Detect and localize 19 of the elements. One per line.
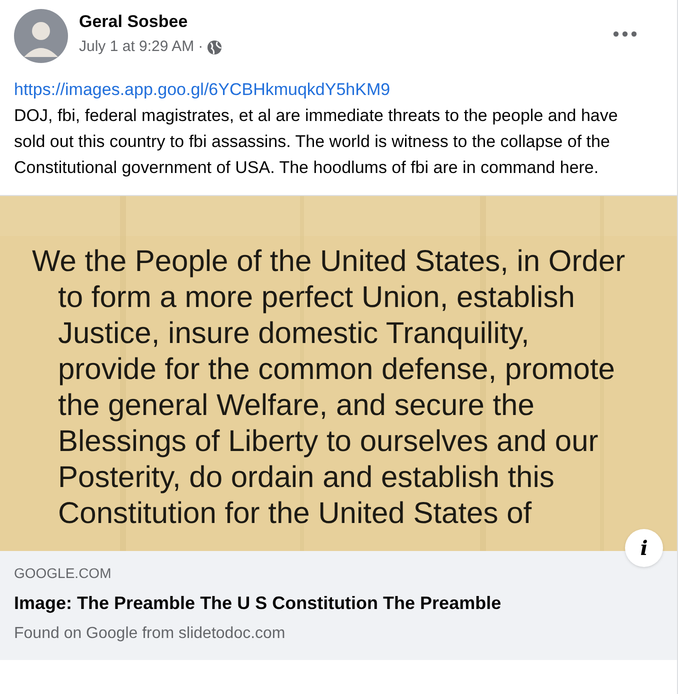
image-text-line: We the People of the United States, in Order	[31, 244, 626, 280]
post-time[interactable]: July 1 at 9:29 AM	[79, 36, 194, 58]
image-text-line: Blessings of Liberty to ourselves and our	[57, 424, 600, 460]
author-name[interactable]: Geral Sosbee	[79, 11, 222, 33]
avatar-icon[interactable]	[14, 9, 68, 63]
image-text-line: Posterity, do ordain and establish this	[57, 460, 556, 496]
link-title[interactable]: Image: The Preamble The U S Constitution The Preamble	[14, 590, 663, 617]
more-options-icon[interactable]	[613, 31, 637, 37]
image-text-line: to form a more perfect Union, establish	[57, 280, 576, 316]
post-text: DOJ, fbi, federal magistrates, et al are immediate threats to the people and have sold out this country to fbi assassins. The world is witness to the collapse of the Constitutional government of USA. The hoodlums of fbi are in command here.	[14, 105, 619, 179]
globe-icon	[207, 40, 222, 55]
link-domain: GOOGLE.COM	[14, 564, 112, 583]
image-text-line: the general Welfare, and secure the	[57, 388, 536, 424]
separator-dot: ·	[198, 37, 204, 57]
image-text-line: Justice, insure domestic Tranquility,	[57, 316, 530, 352]
image-text-line: Constitution for the United States of	[57, 496, 533, 532]
image-text-line: provide for the common defense, promote	[57, 352, 616, 388]
post-link[interactable]: https://images.app.goo.gl/6YCBHkmuqkdY5hKM9	[14, 77, 663, 103]
link-subtitle: Found on Google from slidetodoc.com	[14, 624, 286, 644]
